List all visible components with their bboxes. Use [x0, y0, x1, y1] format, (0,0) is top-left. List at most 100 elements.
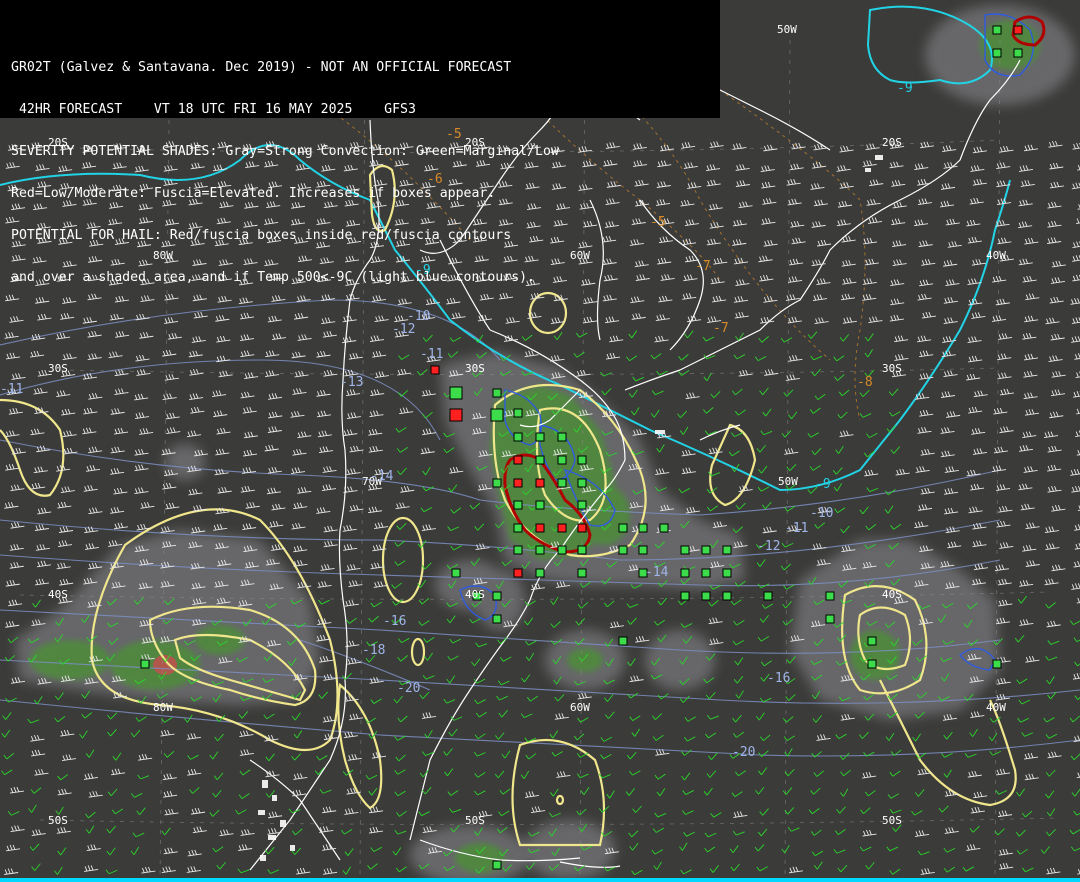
wind-barb: [970, 711, 985, 719]
wind-barb: [1016, 848, 1028, 855]
wind-barb: [345, 617, 357, 624]
wind-barb: [1074, 661, 1080, 667]
wind-barb: [318, 691, 329, 699]
wind-barb: [368, 506, 383, 514]
wind-barb: [704, 832, 717, 838]
wind-barb: [293, 730, 303, 739]
wind-barb: [293, 502, 308, 510]
wind-barb: [913, 219, 929, 227]
wind-barb: [837, 864, 848, 873]
wind-barb: [577, 717, 589, 723]
wind-barb: [107, 729, 117, 737]
wind-barb: [443, 698, 456, 704]
wind-barb: [290, 467, 306, 475]
wind-barb: [110, 768, 126, 776]
wind-barb: [708, 600, 719, 607]
wind-barb: [817, 239, 832, 247]
wind-barb: [239, 749, 254, 756]
temp-label: -16: [767, 671, 790, 686]
wind-barb: [321, 317, 336, 325]
wind-barb: [164, 374, 179, 381]
wind-barb: [394, 735, 406, 741]
wind-barb: [322, 844, 337, 851]
wind-barb: [291, 753, 302, 761]
wind-barb: [9, 544, 24, 551]
wind-barb: [760, 660, 772, 667]
wind-barb: [884, 505, 894, 514]
wind-barb: [1017, 717, 1029, 723]
wind-barb: [684, 716, 696, 722]
wind-barb: [735, 409, 746, 416]
convection-box: [722, 545, 732, 555]
wind-barb: [1022, 275, 1037, 283]
wind-barb: [734, 770, 747, 777]
wind-barb: [82, 373, 97, 380]
wind-barb: [1, 769, 13, 776]
wind-barb: [834, 507, 846, 514]
wind-barb: [887, 793, 899, 799]
wind-barb: [84, 865, 99, 872]
wind-barb: [499, 788, 511, 795]
wind-barb: [783, 389, 794, 397]
wind-barb: [56, 390, 71, 398]
wind-barb: [395, 754, 406, 762]
wind-barb: [391, 582, 402, 589]
wind-barb: [678, 487, 691, 494]
wind-barb: [1025, 522, 1040, 530]
wind-barb: [966, 219, 981, 227]
wind-barb: [889, 411, 901, 417]
wind-barb: [1019, 619, 1034, 626]
wind-barb: [297, 431, 312, 439]
wind-barb: [1049, 162, 1064, 170]
wind-barb: [998, 848, 1013, 856]
wind-barb: [1072, 241, 1080, 248]
wind-barb: [678, 370, 690, 376]
wind-barb: [1051, 504, 1066, 512]
wind-barb: [321, 484, 337, 492]
wind-barb: [245, 502, 260, 509]
hail-box: [513, 568, 523, 578]
wind-barb: [839, 182, 854, 189]
wind-barb: [890, 298, 905, 306]
wind-barb: [5, 579, 20, 587]
wind-barb: [683, 736, 696, 742]
wind-barb: [864, 333, 874, 342]
wind-barb: [993, 407, 1008, 415]
wind-barb: [290, 411, 305, 418]
wind-barb: [653, 861, 662, 870]
wind-barb: [1072, 391, 1080, 398]
wind-barb: [811, 368, 821, 377]
wind-barb: [526, 695, 539, 702]
wind-barb: [812, 161, 827, 169]
wind-barb: [83, 773, 98, 780]
wind-barb: [786, 656, 796, 664]
wind-barb: [167, 333, 182, 340]
wind-barb: [365, 774, 378, 780]
wind-barb: [1072, 274, 1080, 282]
wind-barb: [165, 412, 180, 420]
convection-box: [490, 408, 504, 422]
wind-barb: [992, 465, 1007, 472]
wind-barb: [628, 830, 639, 838]
wind-barb: [1045, 828, 1056, 837]
wind-barb: [813, 199, 828, 207]
wind-barb: [1076, 407, 1080, 415]
wind-barb: [838, 389, 850, 397]
wind-barb: [816, 278, 831, 286]
wind-barb: [81, 712, 93, 719]
wind-barb: [1048, 355, 1063, 362]
convection-box: [867, 659, 877, 669]
wind-barb: [682, 810, 694, 815]
wind-barb: [239, 312, 255, 320]
wind-barb: [1045, 543, 1060, 551]
wind-barb: [604, 316, 620, 324]
wind-barb: [346, 468, 361, 476]
wind-barb: [33, 466, 48, 474]
wind-barb: [970, 806, 985, 814]
wind-barb: [865, 523, 877, 531]
wind-barb: [162, 773, 177, 781]
wind-barb: [265, 350, 280, 358]
wind-barb: [839, 145, 854, 153]
convection-box: [867, 636, 877, 646]
wind-barb: [291, 351, 306, 359]
